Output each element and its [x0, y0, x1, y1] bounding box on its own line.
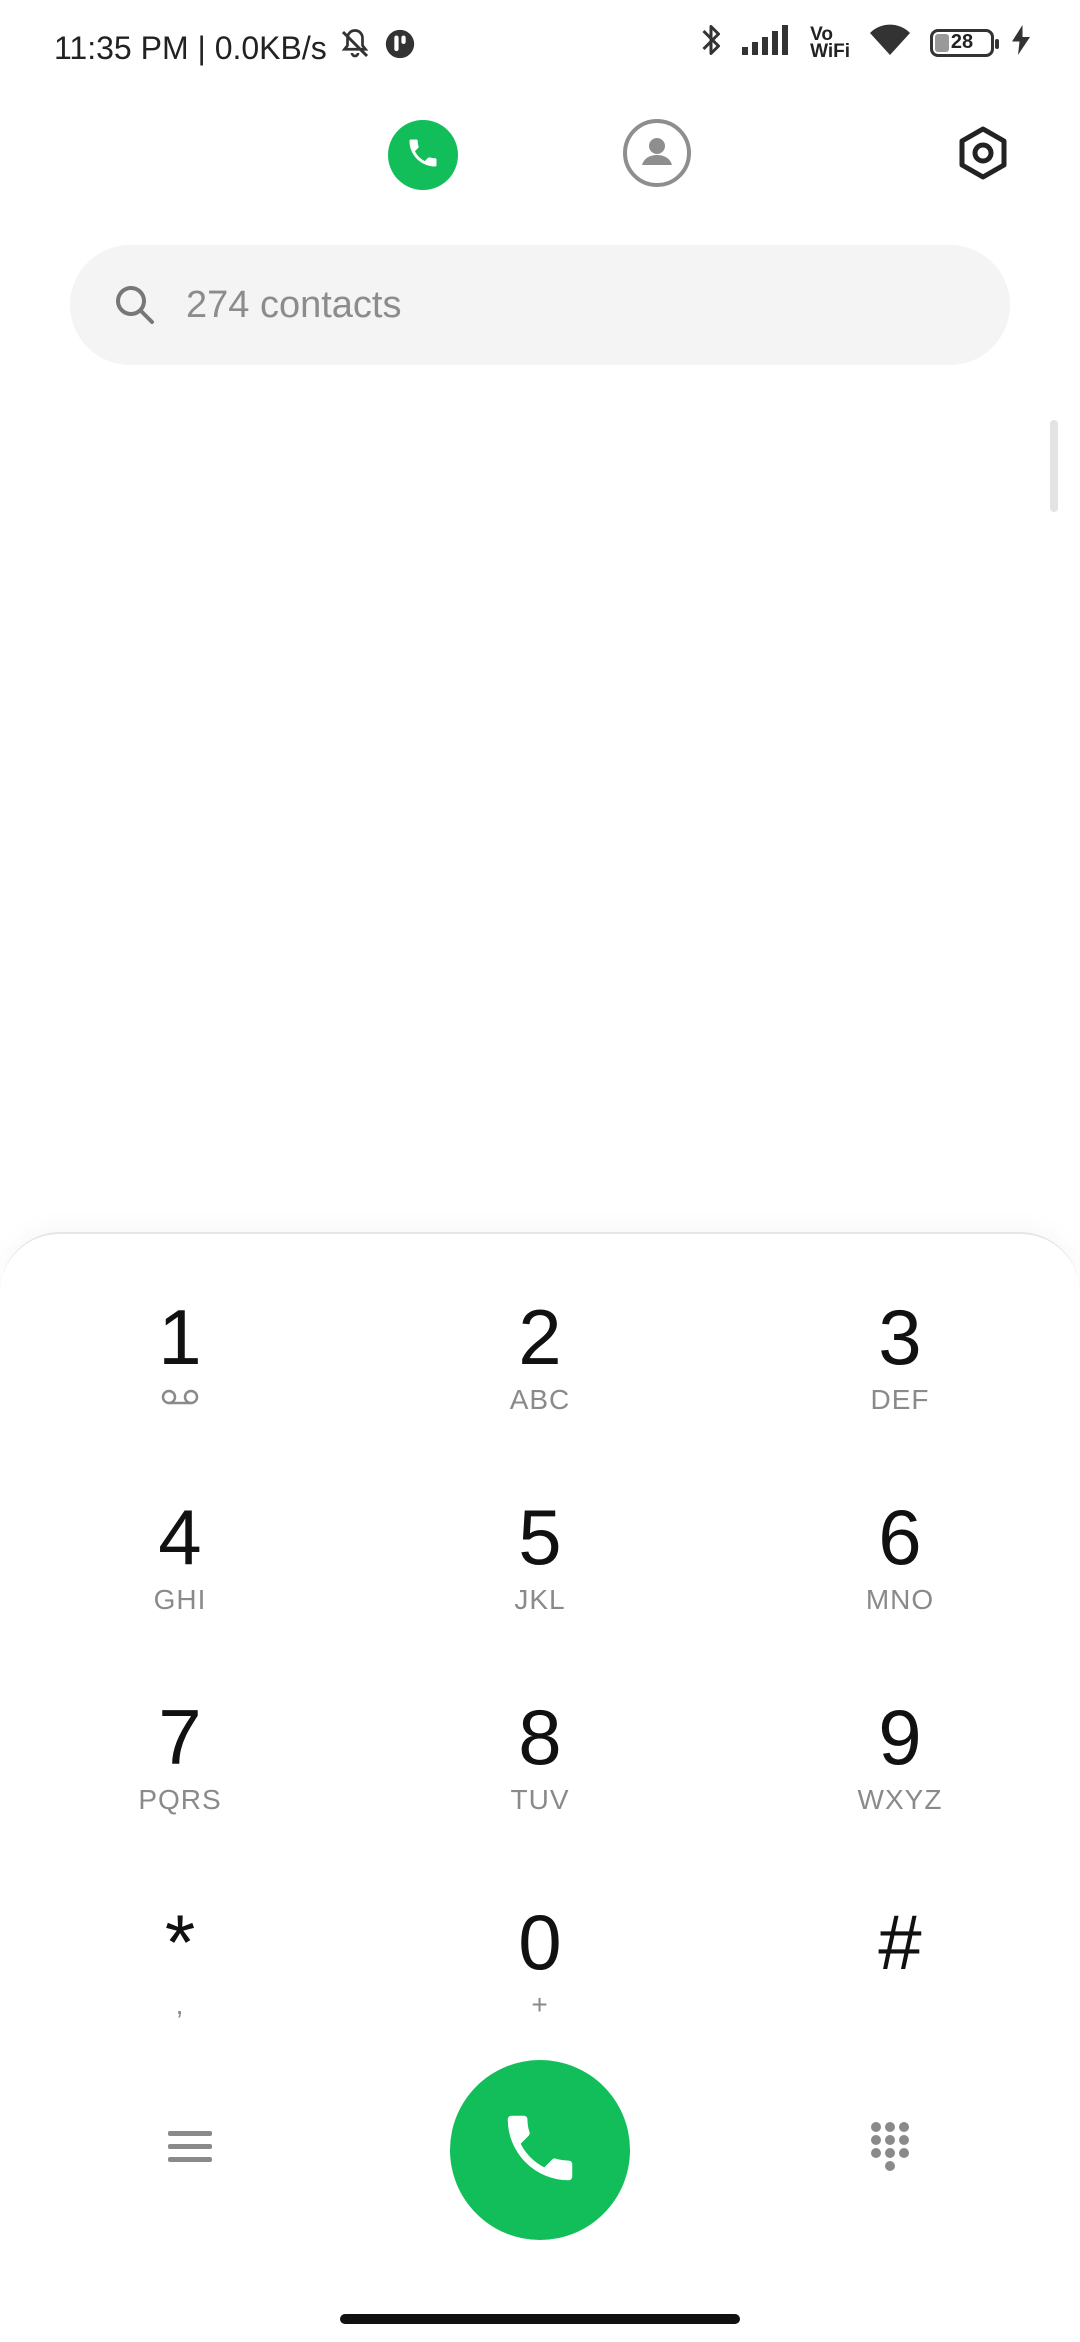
key-digit: 1	[158, 1293, 202, 1381]
vowifi-bottom: WiFi	[810, 40, 850, 62]
key-digit: 8	[518, 1693, 562, 1781]
key-letters: ABC	[509, 1384, 571, 1415]
battery-indicator: 28	[930, 28, 999, 57]
settings-button[interactable]	[952, 124, 1014, 186]
tab-contacts[interactable]	[622, 118, 692, 193]
key-star[interactable]: * ,	[60, 1899, 300, 2059]
phone-icon	[497, 2105, 583, 2196]
key-letters: GHI	[153, 1584, 207, 1615]
key-letters: TUV	[510, 1784, 570, 1815]
phone-icon	[405, 135, 441, 176]
key-digit: 9	[878, 1693, 922, 1781]
charging-icon	[1012, 25, 1030, 60]
key-letters: PQRS	[138, 1784, 222, 1815]
key-9[interactable]: 9 WXYZ	[780, 1694, 1020, 1854]
app-notification-icon	[383, 27, 417, 69]
voicemail-icon	[160, 1388, 200, 1411]
key-digit: 3	[878, 1293, 922, 1381]
key-digit: 4	[158, 1493, 202, 1581]
status-left: 11:35 PM | 0.0KB/s	[54, 26, 417, 70]
key-8[interactable]: 8 TUV	[420, 1694, 660, 1854]
key-digit: *	[164, 1898, 196, 1986]
key-digit: 2	[518, 1293, 562, 1381]
key-0[interactable]: 0 +	[420, 1899, 660, 2059]
person-icon	[622, 118, 692, 193]
key-digit: #	[878, 1898, 922, 1986]
signal-strength-icon	[742, 25, 792, 60]
mute-notifications-icon	[337, 26, 373, 70]
key-5[interactable]: 5 JKL	[420, 1494, 660, 1654]
key-letters: WXYZ	[857, 1784, 943, 1815]
vowifi-indicator: Vo WiFi	[810, 23, 850, 62]
status-right: Vo WiFi 28	[698, 22, 1030, 63]
key-letters: ,	[175, 1989, 185, 2020]
key-digit: 7	[158, 1693, 202, 1781]
key-letters: MNO	[865, 1584, 935, 1615]
search-icon	[112, 282, 158, 328]
search-input[interactable]	[184, 282, 948, 328]
key-2[interactable]: 2 ABC	[420, 1294, 660, 1454]
key-4[interactable]: 4 GHI	[60, 1494, 300, 1654]
dialpad-icon	[868, 2119, 912, 2178]
scrollbar[interactable]	[1050, 420, 1058, 512]
home-indicator[interactable]	[340, 2314, 740, 2324]
key-6[interactable]: 6 MNO	[780, 1494, 1020, 1654]
bluetooth-icon	[698, 22, 724, 63]
status-time-speed: 11:35 PM | 0.0KB/s	[54, 29, 327, 66]
key-letters: +	[531, 1989, 549, 2020]
key-digit: 5	[518, 1493, 562, 1581]
dialpad-toggle-button[interactable]	[862, 2120, 918, 2176]
vowifi-top: Vo	[810, 23, 833, 45]
status-bar: 11:35 PM | 0.0KB/s Vo WiFi 28	[0, 0, 1080, 96]
call-button[interactable]	[450, 2060, 630, 2240]
key-7[interactable]: 7 PQRS	[60, 1694, 300, 1854]
key-1[interactable]: 1	[60, 1294, 300, 1454]
key-letters: JKL	[514, 1584, 566, 1615]
battery-level: 28	[950, 31, 974, 53]
key-digit: 0	[518, 1898, 562, 1986]
menu-button[interactable]	[160, 2124, 220, 2174]
key-letters: DEF	[870, 1384, 930, 1415]
key-hash[interactable]: #	[780, 1899, 1020, 2059]
menu-icon	[168, 2127, 212, 2172]
search-bar[interactable]	[70, 245, 1010, 365]
tab-phone[interactable]	[388, 120, 458, 190]
key-digit: 6	[878, 1493, 922, 1581]
settings-hexagon-icon	[955, 125, 1011, 186]
wifi-icon	[868, 23, 912, 62]
key-3[interactable]: 3 DEF	[780, 1294, 1020, 1454]
